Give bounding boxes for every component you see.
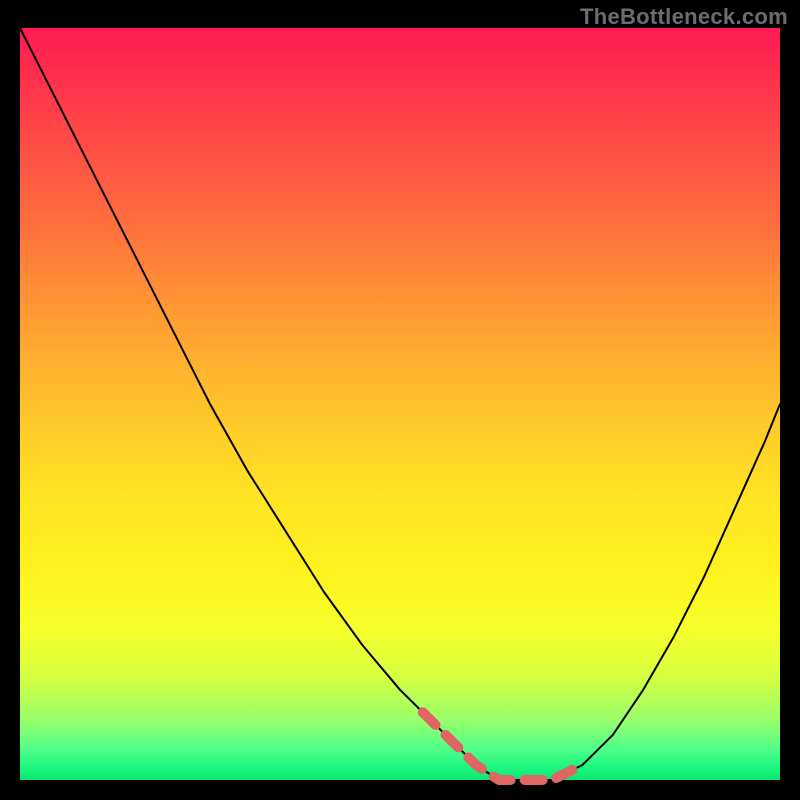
bottleneck-curve	[20, 28, 780, 780]
watermark-text: TheBottleneck.com	[580, 4, 788, 30]
optimal-range-dashed	[423, 712, 583, 780]
chart-stage: TheBottleneck.com	[0, 0, 800, 800]
curve-layer	[20, 28, 780, 780]
plot-area	[20, 28, 780, 780]
